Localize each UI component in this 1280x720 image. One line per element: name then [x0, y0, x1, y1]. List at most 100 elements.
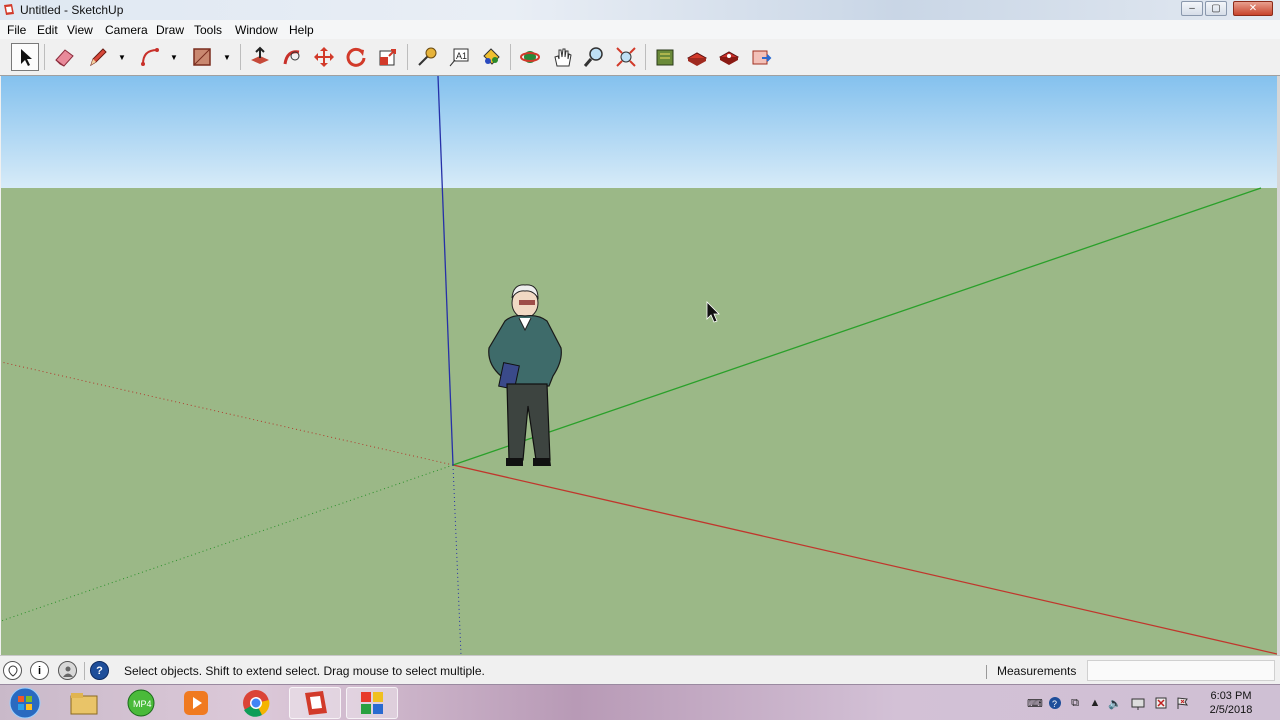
close-button[interactable]: ✕	[1233, 1, 1273, 16]
follow-me-icon	[283, 50, 300, 65]
flag-icon[interactable]	[1174, 695, 1190, 711]
rectangle-tool-button[interactable]	[188, 43, 216, 71]
media-player-icon[interactable]	[170, 687, 222, 719]
notification-icon[interactable]: ⧉	[1067, 695, 1083, 711]
toolbar-separator	[645, 44, 646, 70]
zoom-tool-button[interactable]	[580, 43, 608, 71]
sketchup-icon[interactable]	[289, 687, 341, 719]
orbit-tool-button[interactable]	[516, 43, 544, 71]
network-icon[interactable]	[1130, 695, 1146, 711]
pencil-icon	[90, 48, 107, 67]
orbit-icon	[520, 51, 540, 63]
share-model-icon	[718, 51, 740, 65]
scale-tool-button[interactable]	[374, 43, 402, 71]
status-bar: i ? Select objects. Shift to extend sele…	[0, 655, 1280, 684]
tape-measure-icon	[418, 47, 437, 66]
system-clock[interactable]: 6:03 PM 2/5/2018	[1198, 689, 1264, 717]
push-pull-tool-button[interactable]	[246, 43, 274, 71]
menu-draw[interactable]: Draw	[156, 23, 184, 37]
arc-tool-button[interactable]	[136, 43, 164, 71]
sketchup-app-icon	[4, 4, 14, 15]
pencil-dropdown-arrow[interactable]: ▼	[116, 43, 128, 71]
menu-file[interactable]: File	[7, 23, 26, 37]
window-title: Untitled - SketchUp	[20, 3, 124, 17]
keyboard-icon[interactable]: ⌨	[1027, 695, 1043, 711]
paint-bucket-tool-button[interactable]	[477, 43, 505, 71]
status-message: Select objects. Shift to extend select. …	[124, 664, 485, 678]
help-tray-icon[interactable]: ?	[1047, 695, 1063, 711]
ground	[1, 188, 1277, 655]
measurements-field[interactable]	[1087, 660, 1275, 681]
paint-bucket-icon	[483, 48, 500, 65]
user-icon[interactable]	[58, 661, 77, 680]
tape-measure-tool-button[interactable]	[413, 43, 441, 71]
rectangle-icon	[193, 48, 211, 66]
toolbar-separator	[510, 44, 511, 70]
menu-tools[interactable]: Tools	[194, 23, 222, 37]
windows-logo-icon	[9, 687, 41, 719]
svg-text:MP4: MP4	[133, 699, 152, 709]
clock-date: 2/5/2018	[1209, 704, 1253, 716]
arc-dropdown-arrow[interactable]: ▼	[168, 43, 180, 71]
3d-warehouse-tool-button[interactable]	[651, 43, 679, 71]
zoom-extents-icon	[616, 47, 636, 67]
title-bar: Untitled - SketchUp ‒ ▢ ✕	[0, 0, 1280, 20]
help-icon[interactable]: ?	[90, 661, 109, 680]
mp4-converter-icon[interactable]: MP4	[115, 687, 167, 719]
show-hidden-icons[interactable]: ▲	[1087, 695, 1103, 711]
chrome-icon[interactable]	[230, 687, 282, 719]
menu-window[interactable]: Window	[235, 23, 278, 37]
maximize-button[interactable]: ▢	[1205, 1, 1227, 16]
rectangle-dropdown-arrow[interactable]: ▼	[221, 43, 233, 71]
share-model-tool-button[interactable]	[715, 43, 743, 71]
zoom-extents-tool-button[interactable]	[612, 43, 640, 71]
geolocation-icon[interactable]	[3, 661, 22, 680]
arc-icon	[141, 48, 159, 66]
follow-me-tool-button[interactable]	[278, 43, 306, 71]
pencil-tool-button[interactable]	[84, 43, 112, 71]
status-separator	[84, 662, 85, 680]
toolbar-separator	[240, 44, 241, 70]
move-icon	[314, 47, 334, 67]
minimize-button[interactable]: ‒	[1181, 1, 1203, 16]
extension-warehouse-tool-button[interactable]	[683, 43, 711, 71]
zoom-icon	[583, 47, 603, 67]
menu-camera[interactable]: Camera	[105, 23, 148, 37]
layout-icon	[752, 50, 772, 65]
eraser-tool-button[interactable]	[50, 43, 78, 71]
eraser-icon	[55, 49, 74, 67]
warehouse-icon	[656, 49, 674, 66]
pan-hand-icon	[554, 48, 572, 67]
menu-help[interactable]: Help	[289, 23, 314, 37]
menu-bar: File Edit View Camera Draw Tools Window …	[0, 20, 1280, 39]
windows-taskbar: MP4 ⌨ ? ⧉ ▲ 🔈 6:03 PM 2/5/2018	[0, 684, 1280, 720]
rotate-tool-button[interactable]	[342, 43, 370, 71]
rotate-icon	[346, 47, 366, 67]
push-pull-icon	[251, 46, 269, 64]
volume-icon[interactable]: 🔈	[1107, 695, 1123, 711]
text-tool-button[interactable]: A1	[445, 43, 473, 71]
measurements-label: Measurements	[997, 664, 1077, 678]
svg-text:?: ?	[1052, 699, 1057, 709]
move-tool-button[interactable]	[310, 43, 338, 71]
file-explorer-icon[interactable]	[58, 687, 110, 719]
model-canvas	[1, 76, 1277, 655]
toolbar-separator	[44, 44, 45, 70]
toolbar-separator	[407, 44, 408, 70]
action-center-icon[interactable]	[1153, 695, 1169, 711]
menu-view[interactable]: View	[67, 23, 93, 37]
send-to-layout-tool-button[interactable]	[747, 43, 775, 71]
measurements-separator	[986, 665, 987, 679]
start-button[interactable]	[0, 687, 50, 719]
extension-icon	[686, 52, 708, 66]
select-tool-button[interactable]	[11, 43, 39, 71]
arrow-pointer-icon	[21, 49, 32, 66]
drawing-viewport[interactable]	[1, 76, 1277, 655]
app-grid-icon[interactable]	[346, 687, 398, 719]
pan-tool-button[interactable]	[548, 43, 576, 71]
large-toolset-toolbar: ▼ ▼ ▼ A1	[0, 39, 1280, 76]
svg-text:A1: A1	[456, 51, 467, 61]
credits-icon[interactable]: i	[30, 661, 49, 680]
sky	[1, 76, 1277, 188]
menu-edit[interactable]: Edit	[37, 23, 58, 37]
